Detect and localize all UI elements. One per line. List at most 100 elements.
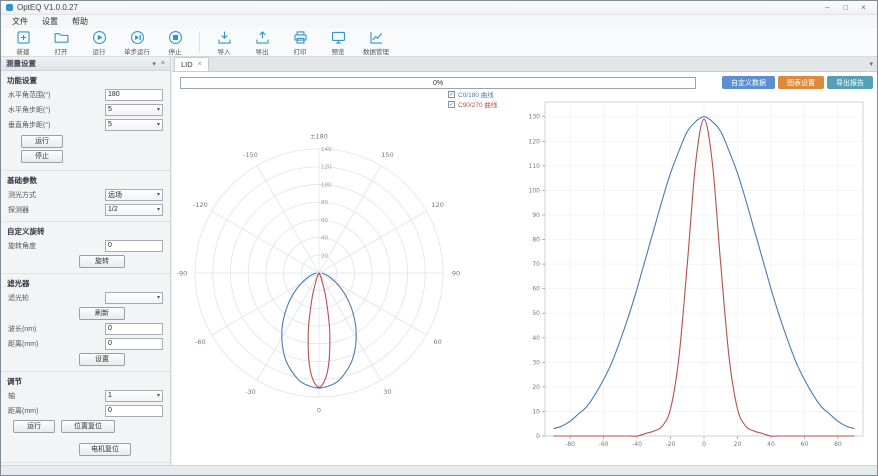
field-rotate-angle: 旋转角度 — [1, 238, 170, 253]
settings-panel-title: 测量设置 — [6, 58, 36, 69]
svg-text:50: 50 — [532, 310, 540, 317]
toolbar-import-button[interactable]: 导入 — [205, 29, 243, 56]
h-step-select[interactable]: 5 ▾ — [105, 104, 163, 116]
toolbar-separator — [199, 31, 200, 53]
svg-text:20: 20 — [532, 384, 540, 391]
toolbar-run-button[interactable]: 运行 — [80, 29, 118, 56]
field-h-step: 水平角步距(°) 5 ▾ — [1, 102, 170, 117]
field-filter-distance: 距离(mm) — [1, 336, 170, 351]
menu-help[interactable]: 帮助 — [65, 15, 95, 28]
svg-text:60: 60 — [434, 338, 442, 346]
filter-refresh-row: 刷新 — [1, 305, 170, 321]
window-controls: – □ × — [819, 2, 872, 13]
group-basic-title: 基础参数 — [1, 173, 170, 187]
toolbar-open-button[interactable]: 打开 — [42, 29, 80, 56]
new-icon — [15, 29, 32, 46]
c90-checkbox[interactable]: ✓ — [448, 101, 455, 108]
svg-text:150: 150 — [381, 151, 393, 159]
tab-strip: LID × ▾ — [172, 57, 877, 72]
svg-text:-60: -60 — [195, 338, 206, 346]
svg-text:80: 80 — [834, 441, 842, 448]
refresh-button[interactable]: 刷新 — [79, 307, 125, 320]
svg-text:0: 0 — [536, 433, 540, 440]
group-rotate-title: 自定义旋转 — [1, 224, 170, 238]
adjust-run-button[interactable]: 运行 — [13, 420, 55, 433]
c0-checkbox[interactable]: ✓ — [448, 91, 455, 98]
toolbar-step-run-button[interactable]: 单步运行 — [118, 29, 156, 56]
toolbar-preview-button[interactable]: 预览 — [319, 29, 357, 56]
svg-text:20: 20 — [321, 253, 328, 259]
field-wavelength: 波长(nm) — [1, 321, 170, 336]
field-photometry: 测光方式 远场 ▾ — [1, 187, 170, 202]
panel-menu-icon[interactable]: ▾ — [152, 60, 156, 68]
minimize-button[interactable]: – — [819, 2, 836, 13]
tab-strip-icons: ▾ — [869, 60, 873, 68]
app-window: OptEQ V1.0.0.27 – □ × 文件 设置 帮助 新建 打开 运行 … — [0, 0, 878, 476]
panel-close-icon[interactable]: × — [161, 60, 165, 68]
scan-run-button[interactable]: 运行 — [21, 135, 63, 148]
step-run-icon — [129, 29, 146, 46]
filter-distance-input[interactable] — [105, 338, 163, 350]
svg-text:120: 120 — [529, 138, 541, 145]
tab-close-icon[interactable]: × — [198, 61, 202, 68]
move-distance-input[interactable] — [105, 405, 163, 417]
toolbar-data-manage-button[interactable]: 数据管理 — [357, 29, 395, 56]
svg-text:±180: ±180 — [310, 133, 328, 141]
photometry-select[interactable]: 远场 ▾ — [105, 189, 163, 201]
v-step-select[interactable]: 5 ▾ — [105, 119, 163, 131]
svg-text:-60: -60 — [599, 441, 609, 448]
svg-text:30: 30 — [532, 359, 540, 366]
settings-panel-header: 测量设置 ▾ × — [1, 57, 170, 71]
scan-stop-button[interactable]: 停止 — [21, 150, 63, 163]
toolbar-stop-button[interactable]: 停止 — [156, 29, 194, 56]
print-icon — [292, 29, 309, 46]
svg-text:120: 120 — [431, 201, 443, 209]
toolbar-export-button[interactable]: 导出 — [243, 29, 281, 56]
run-icon — [91, 29, 108, 46]
svg-text:60: 60 — [321, 218, 328, 224]
maximize-button[interactable]: □ — [837, 2, 854, 13]
group-filter: 滤光器 滤光轮 ▾ 刷新 波长(nm) 距离(mm) 设置 — [1, 274, 170, 372]
menu-settings[interactable]: 设置 — [35, 15, 65, 28]
line-chart: 0102030405060708090100110120130-80-60-40… — [517, 88, 873, 464]
motor-reset-button[interactable]: 电机复位 — [79, 443, 131, 456]
field-axis: 轴 1 ▾ — [1, 388, 170, 403]
motor-reset-row: 电机复位 — [1, 434, 170, 458]
field-h-range: 水平角范围(°) — [1, 87, 170, 102]
svg-text:40: 40 — [532, 335, 540, 342]
field-v-step: 垂直角步距(°) 5 ▾ — [1, 117, 170, 132]
svg-text:-90: -90 — [177, 270, 188, 278]
close-button[interactable]: × — [855, 2, 872, 13]
panel-header-icons: ▾ × — [152, 60, 165, 68]
chart-content: 0% 自定义数据 图表设置 导出报告 ✓ C0/180 曲线 ✓ C90/270… — [172, 72, 877, 467]
stop-icon — [167, 29, 184, 46]
export-icon — [254, 29, 271, 46]
svg-text:-150: -150 — [243, 151, 258, 159]
tab-menu-icon[interactable]: ▾ — [869, 60, 873, 68]
chevron-down-icon: ▾ — [157, 294, 160, 301]
tab-label: LID — [181, 60, 193, 69]
toolbar-new-button[interactable]: 新建 — [4, 29, 42, 56]
axis-select[interactable]: 1 ▾ — [105, 390, 163, 402]
menu-file[interactable]: 文件 — [5, 15, 35, 28]
wavelength-input[interactable] — [105, 323, 163, 335]
svg-text:70: 70 — [532, 261, 540, 268]
rotate-angle-input[interactable] — [105, 240, 163, 252]
filter-wheel-select[interactable]: ▾ — [105, 292, 163, 304]
chevron-down-icon: ▾ — [157, 206, 160, 213]
tab-lid[interactable]: LID × — [174, 57, 209, 71]
app-logo-icon — [6, 4, 13, 11]
group-basic: 基础参数 测光方式 远场 ▾ 探测器 1/2 ▾ — [1, 171, 170, 222]
filter-set-row: 设置 — [1, 351, 170, 367]
chevron-down-icon: ▾ — [157, 121, 160, 128]
detector-select[interactable]: 1/2 ▾ — [105, 204, 163, 216]
chevron-down-icon: ▾ — [157, 392, 160, 399]
svg-text:60: 60 — [532, 286, 540, 293]
svg-text:10: 10 — [532, 408, 540, 415]
rotate-button[interactable]: 旋转 — [79, 255, 125, 268]
set-button[interactable]: 设置 — [79, 353, 125, 366]
toolbar-print-button[interactable]: 打印 — [281, 29, 319, 56]
position-reset-button[interactable]: 位置复位 — [61, 420, 115, 433]
h-range-input[interactable] — [105, 89, 163, 101]
svg-text:120: 120 — [321, 165, 332, 171]
